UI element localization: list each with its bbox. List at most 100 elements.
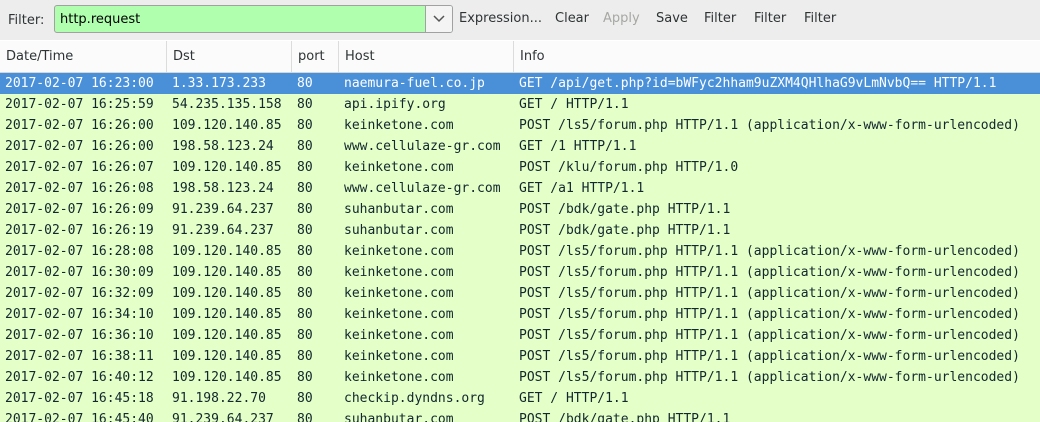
packet-datetime: 2017-02-07 16:32:09 [5,286,154,301]
packet-row[interactable]: 2017-02-07 16:26:00 198.58.123.24 80 www.ce… [0,136,1040,157]
packet-row[interactable]: 2017-02-07 16:36:10 109.120.140.85 80 keink… [0,325,1040,346]
packet-dst: 109.120.140.85 [172,244,282,259]
packet-info: POST /bdk/gate.php HTTP/1.1 [519,223,731,238]
packet-port: 80 [297,181,313,196]
packet-row[interactable]: 2017-02-07 16:40:12 109.120.140.85 80 keink… [0,367,1040,388]
packet-dst: 109.120.140.85 [172,286,282,301]
packet-datetime: 2017-02-07 16:30:09 [5,265,154,280]
packet-row[interactable]: 2017-02-07 16:26:07 109.120.140.85 80 keink… [0,157,1040,178]
packet-info: POST /ls5/forum.php HTTP/1.1 (applicatio… [519,118,1020,133]
packet-dst: 91.239.64.237 [172,223,274,238]
packet-dst: 91.239.64.237 [172,202,274,217]
packet-port: 80 [297,202,313,217]
packet-info: POST /ls5/forum.php HTTP/1.1 (applicatio… [519,328,1020,343]
packet-row[interactable]: 2017-02-07 16:32:09 109.120.140.85 80 keink… [0,283,1040,304]
packet-host: suhanbutar.com [344,412,454,422]
packet-dst: 109.120.140.85 [172,328,282,343]
column-header-host[interactable]: Host [339,41,514,72]
packet-host: keinketone.com [344,265,454,280]
packet-host: keinketone.com [344,328,454,343]
packet-host: keinketone.com [344,286,454,301]
column-header-datetime[interactable]: Date/Time [0,41,167,72]
clear-button[interactable]: Clear [555,11,589,26]
packet-datetime: 2017-02-07 16:26:19 [5,223,154,238]
packet-port: 80 [297,391,313,406]
packet-dst: 91.198.22.70 [172,391,266,406]
packet-datetime: 2017-02-07 16:26:07 [5,160,154,175]
filter-button-1[interactable]: Filter [704,11,736,26]
packet-datetime: 2017-02-07 16:23:00 [5,76,154,91]
packet-row[interactable]: 2017-02-07 16:45:40 91.239.64.237 80 suhanb… [0,409,1040,422]
packet-info: POST /bdk/gate.php HTTP/1.1 [519,202,731,217]
display-filter-combo[interactable] [54,5,453,33]
packet-info: GET /1 HTTP/1.1 [519,139,637,154]
packet-row[interactable]: 2017-02-07 16:34:10 109.120.140.85 80 keink… [0,304,1040,325]
packet-row[interactable]: 2017-02-07 16:30:09 109.120.140.85 80 keink… [0,262,1040,283]
packet-row[interactable]: 2017-02-07 16:28:08 109.120.140.85 80 keink… [0,241,1040,262]
filter-button-2[interactable]: Filter [754,11,786,26]
packet-list: 2017-02-07 16:23:00 1.33.173.233 80 naemura… [0,73,1040,422]
packet-datetime: 2017-02-07 16:25:59 [5,97,154,112]
packet-row[interactable]: 2017-02-07 16:26:00 109.120.140.85 80 keink… [0,115,1040,136]
packet-info: POST /ls5/forum.php HTTP/1.1 (applicatio… [519,244,1020,259]
packet-row[interactable]: 2017-02-07 16:45:18 91.198.22.70 80 checkip… [0,388,1040,409]
packet-datetime: 2017-02-07 16:26:00 [5,139,154,154]
packet-host: naemura-fuel.co.jp [344,76,485,91]
packet-host: keinketone.com [344,370,454,385]
packet-port: 80 [297,244,313,259]
packet-port: 80 [297,286,313,301]
packet-host: api.ipify.org [344,97,446,112]
packet-info: POST /klu/forum.php HTTP/1.0 [519,160,739,175]
packet-host: suhanbutar.com [344,202,454,217]
filter-label: Filter: [8,12,45,28]
packet-port: 80 [297,370,313,385]
packet-port: 80 [297,118,313,133]
save-button[interactable]: Save [656,11,688,26]
packet-datetime: 2017-02-07 16:36:10 [5,328,154,343]
packet-dst: 109.120.140.85 [172,349,282,364]
packet-host: keinketone.com [344,307,454,322]
packet-datetime: 2017-02-07 16:28:08 [5,244,154,259]
packet-datetime: 2017-02-07 16:26:00 [5,118,154,133]
packet-host: checkip.dyndns.org [344,391,485,406]
packet-host: keinketone.com [344,349,454,364]
packet-dst: 198.58.123.24 [172,139,274,154]
packet-row-selected[interactable]: 2017-02-07 16:23:00 1.33.173.233 80 naemura… [0,73,1040,94]
packet-info: POST /ls5/forum.php HTTP/1.1 (applicatio… [519,349,1020,364]
packet-info: GET /api/get.php?id=bWFyc2hham9uZXM4QHlh… [519,76,997,91]
packet-row[interactable]: 2017-02-07 16:26:08 198.58.123.24 80 www.ce… [0,178,1040,199]
packet-host: www.cellulaze-gr.com [344,139,501,154]
packet-port: 80 [297,349,313,364]
packet-dst: 109.120.140.85 [172,265,282,280]
packet-datetime: 2017-02-07 16:45:40 [5,412,154,422]
packet-dst: 198.58.123.24 [172,181,274,196]
packet-info: GET / HTTP/1.1 [519,97,629,112]
column-header-port[interactable]: port [292,41,339,72]
packet-dst: 109.120.140.85 [172,370,282,385]
packet-row[interactable]: 2017-02-07 16:26:19 91.239.64.237 80 suhanb… [0,220,1040,241]
packet-info: POST /ls5/forum.php HTTP/1.1 (applicatio… [519,286,1020,301]
packet-host: keinketone.com [344,244,454,259]
expression-button[interactable]: Expression... [459,11,542,26]
packet-row[interactable]: 2017-02-07 16:26:09 91.239.64.237 80 suhanb… [0,199,1040,220]
packet-port: 80 [297,307,313,322]
packet-dst: 109.120.140.85 [172,160,282,175]
packet-port: 80 [297,139,313,154]
apply-button[interactable]: Apply [603,11,640,26]
filter-button-3[interactable]: Filter [804,11,836,26]
column-header-info[interactable]: Info [514,41,1040,72]
packet-port: 80 [297,328,313,343]
packet-row[interactable]: 2017-02-07 16:25:59 54.235.135.158 80 api.i… [0,94,1040,115]
column-header-dst[interactable]: Dst [167,41,292,72]
packet-port: 80 [297,97,313,112]
filter-history-dropdown-button[interactable] [425,6,452,32]
packet-port: 80 [297,412,313,422]
packet-datetime: 2017-02-07 16:26:09 [5,202,154,217]
packet-datetime: 2017-02-07 16:26:08 [5,181,154,196]
chevron-down-icon [433,15,445,23]
packet-dst: 109.120.140.85 [172,118,282,133]
packet-datetime: 2017-02-07 16:34:10 [5,307,154,322]
packet-datetime: 2017-02-07 16:38:11 [5,349,154,364]
display-filter-input[interactable] [55,6,425,32]
packet-row[interactable]: 2017-02-07 16:38:11 109.120.140.85 80 keink… [0,346,1040,367]
